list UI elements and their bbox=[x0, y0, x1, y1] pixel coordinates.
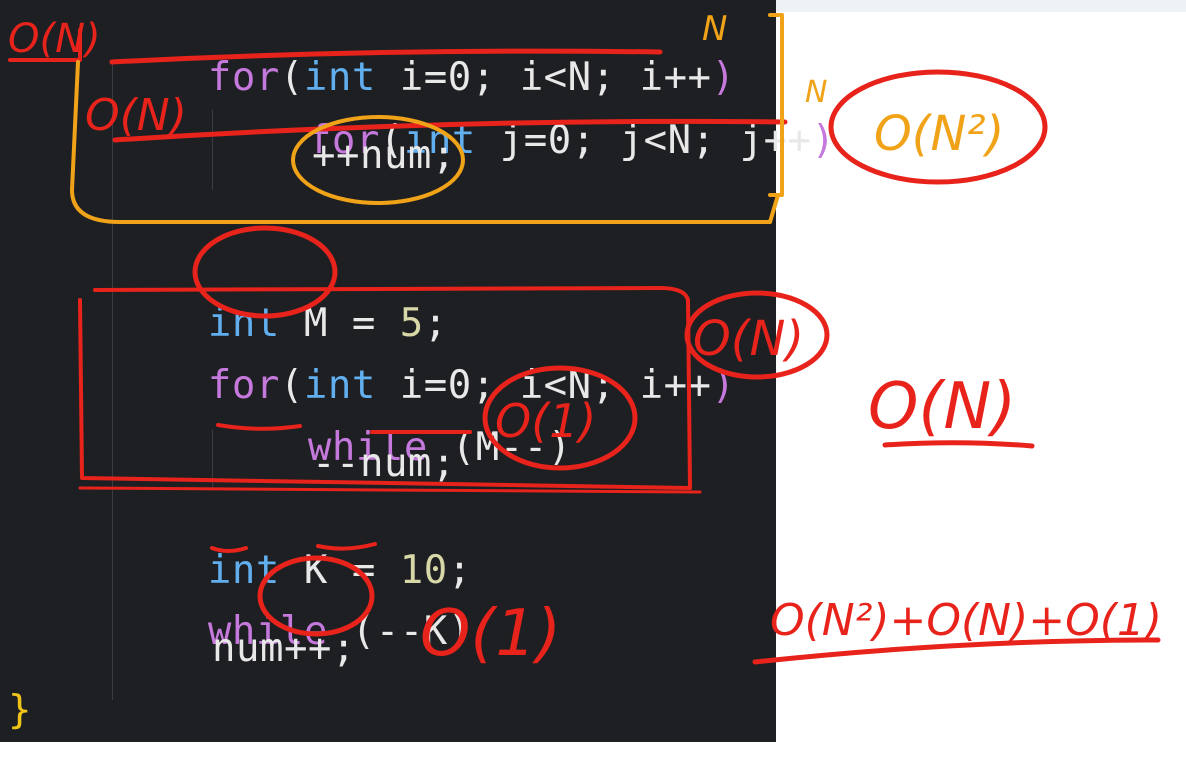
annotation-quadratic: O(N²) bbox=[874, 106, 1004, 162]
circle-mark bbox=[828, 69, 1048, 185]
underline-mark bbox=[752, 637, 1161, 665]
annotation-middle-o-n: O(N) bbox=[868, 370, 1016, 444]
code-line-3: ++num; bbox=[312, 133, 456, 178]
annotation-sum: O(N²)+O(N)+O(1) bbox=[770, 595, 1162, 646]
code-line-12: } bbox=[8, 688, 32, 733]
code-line-8: --num; bbox=[312, 441, 456, 486]
code-editor[interactable]: for(int i=0; i<N; i++) for(int j=0; j<N;… bbox=[0, 0, 835, 742]
code-line-11: num++; bbox=[212, 626, 356, 671]
code-line-2: for(int j=0; j<N; j++) bbox=[307, 118, 836, 163]
underline-mark bbox=[882, 440, 1035, 449]
